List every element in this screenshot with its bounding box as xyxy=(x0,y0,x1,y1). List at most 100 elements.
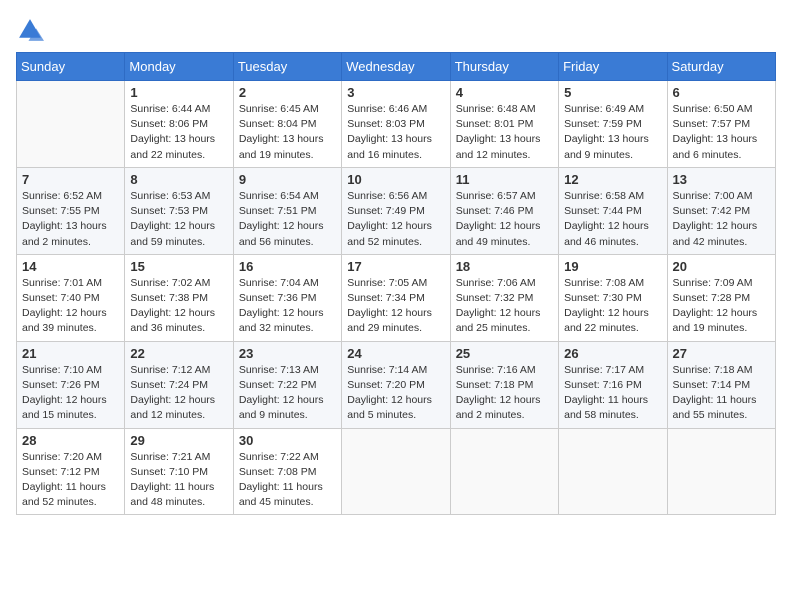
day-info: Sunrise: 6:44 AM Sunset: 8:06 PM Dayligh… xyxy=(130,102,227,163)
calendar-week-row: 1 Sunrise: 6:44 AM Sunset: 8:06 PM Daylig… xyxy=(17,81,776,168)
day-info: Sunrise: 6:53 AM Sunset: 7:53 PM Dayligh… xyxy=(130,189,227,250)
day-number: 5 xyxy=(564,85,661,100)
day-number: 29 xyxy=(130,433,227,448)
calendar-cell: 5 Sunrise: 6:49 AM Sunset: 7:59 PM Daylig… xyxy=(559,81,667,168)
day-info: Sunrise: 7:22 AM Sunset: 7:08 PM Dayligh… xyxy=(239,450,336,511)
day-number: 19 xyxy=(564,259,661,274)
calendar-cell: 23Sunrise: 7:13 AM Sunset: 7:22 PM Dayli… xyxy=(233,341,341,428)
day-info: Sunrise: 7:16 AM Sunset: 7:18 PM Dayligh… xyxy=(456,363,553,424)
calendar-week-row: 7 Sunrise: 6:52 AM Sunset: 7:55 PM Daylig… xyxy=(17,167,776,254)
calendar-cell xyxy=(17,81,125,168)
day-number: 11 xyxy=(456,172,553,187)
day-info: Sunrise: 6:46 AM Sunset: 8:03 PM Dayligh… xyxy=(347,102,444,163)
day-number: 18 xyxy=(456,259,553,274)
calendar-header-wednesday: Wednesday xyxy=(342,53,450,81)
calendar-cell: 2Sunrise: 6:45 AM Sunset: 8:04 PM Daylig… xyxy=(233,81,341,168)
day-number: 1 xyxy=(130,85,227,100)
day-info: Sunrise: 6:56 AM Sunset: 7:49 PM Dayligh… xyxy=(347,189,444,250)
day-number: 12 xyxy=(564,172,661,187)
day-info: Sunrise: 7:00 AM Sunset: 7:42 PM Dayligh… xyxy=(673,189,770,250)
day-info: Sunrise: 7:05 AM Sunset: 7:34 PM Dayligh… xyxy=(347,276,444,337)
calendar-cell: 21Sunrise: 7:10 AM Sunset: 7:26 PM Dayli… xyxy=(17,341,125,428)
day-info: Sunrise: 6:49 AM Sunset: 7:59 PM Dayligh… xyxy=(564,102,661,163)
calendar-header-tuesday: Tuesday xyxy=(233,53,341,81)
calendar-cell: 11 Sunrise: 6:57 AM Sunset: 7:46 PM Dayli… xyxy=(450,167,558,254)
day-number: 16 xyxy=(239,259,336,274)
calendar-cell: 20 Sunrise: 7:09 AM Sunset: 7:28 PM Dayli… xyxy=(667,254,775,341)
calendar-header-friday: Friday xyxy=(559,53,667,81)
day-number: 8 xyxy=(130,172,227,187)
day-info: Sunrise: 7:12 AM Sunset: 7:24 PM Dayligh… xyxy=(130,363,227,424)
day-info: Sunrise: 7:21 AM Sunset: 7:10 PM Dayligh… xyxy=(130,450,227,511)
day-info: Sunrise: 6:54 AM Sunset: 7:51 PM Dayligh… xyxy=(239,189,336,250)
calendar-header-row: SundayMondayTuesdayWednesdayThursdayFrid… xyxy=(17,53,776,81)
day-number: 24 xyxy=(347,346,444,361)
calendar-cell: 27 Sunrise: 7:18 AM Sunset: 7:14 PM Dayli… xyxy=(667,341,775,428)
day-info: Sunrise: 7:04 AM Sunset: 7:36 PM Dayligh… xyxy=(239,276,336,337)
calendar-cell: 1 Sunrise: 6:44 AM Sunset: 8:06 PM Daylig… xyxy=(125,81,233,168)
calendar-cell: 16 Sunrise: 7:04 AM Sunset: 7:36 PM Dayli… xyxy=(233,254,341,341)
day-info: Sunrise: 7:20 AM Sunset: 7:12 PM Dayligh… xyxy=(22,450,119,511)
calendar-cell xyxy=(559,428,667,515)
day-number: 7 xyxy=(22,172,119,187)
calendar-cell: 4 Sunrise: 6:48 AM Sunset: 8:01 PM Daylig… xyxy=(450,81,558,168)
logo xyxy=(16,16,48,44)
day-info: Sunrise: 6:52 AM Sunset: 7:55 PM Dayligh… xyxy=(22,189,119,250)
calendar-cell: 22 Sunrise: 7:12 AM Sunset: 7:24 PM Dayli… xyxy=(125,341,233,428)
day-number: 4 xyxy=(456,85,553,100)
calendar-header-sunday: Sunday xyxy=(17,53,125,81)
day-number: 27 xyxy=(673,346,770,361)
calendar-header-monday: Monday xyxy=(125,53,233,81)
calendar-cell: 29 Sunrise: 7:21 AM Sunset: 7:10 PM Dayli… xyxy=(125,428,233,515)
calendar-cell: 8 Sunrise: 6:53 AM Sunset: 7:53 PM Daylig… xyxy=(125,167,233,254)
calendar-cell: 28 Sunrise: 7:20 AM Sunset: 7:12 PM Dayli… xyxy=(17,428,125,515)
calendar-cell xyxy=(667,428,775,515)
day-info: Sunrise: 7:17 AM Sunset: 7:16 PM Dayligh… xyxy=(564,363,661,424)
calendar-cell: 19 Sunrise: 7:08 AM Sunset: 7:30 PM Dayli… xyxy=(559,254,667,341)
day-info: Sunrise: 6:57 AM Sunset: 7:46 PM Dayligh… xyxy=(456,189,553,250)
day-number: 26 xyxy=(564,346,661,361)
calendar-cell: 10Sunrise: 6:56 AM Sunset: 7:49 PM Dayli… xyxy=(342,167,450,254)
calendar-header-saturday: Saturday xyxy=(667,53,775,81)
calendar-week-row: 14Sunrise: 7:01 AM Sunset: 7:40 PM Dayli… xyxy=(17,254,776,341)
calendar-table: SundayMondayTuesdayWednesdayThursdayFrid… xyxy=(16,52,776,515)
day-number: 28 xyxy=(22,433,119,448)
page-header xyxy=(16,16,776,44)
day-number: 21 xyxy=(22,346,119,361)
calendar-cell: 7 Sunrise: 6:52 AM Sunset: 7:55 PM Daylig… xyxy=(17,167,125,254)
calendar-week-row: 28 Sunrise: 7:20 AM Sunset: 7:12 PM Dayli… xyxy=(17,428,776,515)
day-info: Sunrise: 7:18 AM Sunset: 7:14 PM Dayligh… xyxy=(673,363,770,424)
calendar-cell: 25Sunrise: 7:16 AM Sunset: 7:18 PM Dayli… xyxy=(450,341,558,428)
day-info: Sunrise: 6:58 AM Sunset: 7:44 PM Dayligh… xyxy=(564,189,661,250)
day-info: Sunrise: 7:02 AM Sunset: 7:38 PM Dayligh… xyxy=(130,276,227,337)
day-info: Sunrise: 7:06 AM Sunset: 7:32 PM Dayligh… xyxy=(456,276,553,337)
day-number: 17 xyxy=(347,259,444,274)
day-number: 3 xyxy=(347,85,444,100)
calendar-cell: 24 Sunrise: 7:14 AM Sunset: 7:20 PM Dayli… xyxy=(342,341,450,428)
day-number: 20 xyxy=(673,259,770,274)
day-info: Sunrise: 7:09 AM Sunset: 7:28 PM Dayligh… xyxy=(673,276,770,337)
calendar-cell xyxy=(342,428,450,515)
logo-icon xyxy=(16,16,44,44)
calendar-cell: 18 Sunrise: 7:06 AM Sunset: 7:32 PM Dayli… xyxy=(450,254,558,341)
day-info: Sunrise: 7:08 AM Sunset: 7:30 PM Dayligh… xyxy=(564,276,661,337)
day-number: 13 xyxy=(673,172,770,187)
day-number: 9 xyxy=(239,172,336,187)
day-info: Sunrise: 7:14 AM Sunset: 7:20 PM Dayligh… xyxy=(347,363,444,424)
calendar-cell: 26 Sunrise: 7:17 AM Sunset: 7:16 PM Dayli… xyxy=(559,341,667,428)
day-number: 15 xyxy=(130,259,227,274)
day-info: Sunrise: 6:50 AM Sunset: 7:57 PM Dayligh… xyxy=(673,102,770,163)
calendar-cell: 13 Sunrise: 7:00 AM Sunset: 7:42 PM Dayli… xyxy=(667,167,775,254)
calendar-cell xyxy=(450,428,558,515)
calendar-cell: 30Sunrise: 7:22 AM Sunset: 7:08 PM Dayli… xyxy=(233,428,341,515)
day-info: Sunrise: 6:48 AM Sunset: 8:01 PM Dayligh… xyxy=(456,102,553,163)
calendar-cell: 6Sunrise: 6:50 AM Sunset: 7:57 PM Daylig… xyxy=(667,81,775,168)
day-number: 22 xyxy=(130,346,227,361)
calendar-cell: 15 Sunrise: 7:02 AM Sunset: 7:38 PM Dayli… xyxy=(125,254,233,341)
calendar-cell: 9 Sunrise: 6:54 AM Sunset: 7:51 PM Daylig… xyxy=(233,167,341,254)
day-number: 2 xyxy=(239,85,336,100)
calendar-cell: 14Sunrise: 7:01 AM Sunset: 7:40 PM Dayli… xyxy=(17,254,125,341)
calendar-week-row: 21Sunrise: 7:10 AM Sunset: 7:26 PM Dayli… xyxy=(17,341,776,428)
calendar-cell: 3 Sunrise: 6:46 AM Sunset: 8:03 PM Daylig… xyxy=(342,81,450,168)
day-info: Sunrise: 7:01 AM Sunset: 7:40 PM Dayligh… xyxy=(22,276,119,337)
